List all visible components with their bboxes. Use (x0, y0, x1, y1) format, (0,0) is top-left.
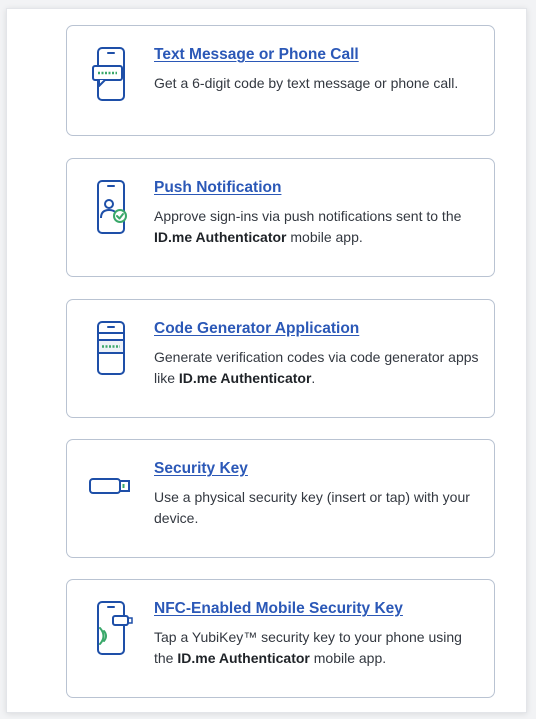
mfa-options-panel: Text Message or Phone Call Get a 6-digit… (6, 8, 527, 713)
option-text-message[interactable]: Text Message or Phone Call Get a 6-digit… (66, 25, 495, 136)
push-notification-phone-icon (89, 177, 133, 237)
option-title[interactable]: Code Generator Application (154, 320, 359, 338)
option-title[interactable]: Text Message or Phone Call (154, 46, 359, 64)
option-title[interactable]: NFC-Enabled Mobile Security Key (154, 600, 403, 618)
option-description: Use a physical security key (insert or t… (154, 489, 470, 526)
option-title[interactable]: Push Notification (154, 179, 281, 197)
option-nfc-security-key[interactable]: NFC-Enabled Mobile Security Key Tap a Yu… (66, 579, 495, 698)
usb-security-key-icon (89, 458, 133, 518)
option-description: Tap a YubiKey™ security key to your phon… (154, 629, 462, 666)
nfc-phone-key-icon (89, 598, 133, 658)
option-description: Get a 6-digit code by text message or ph… (154, 75, 459, 91)
option-push-notification[interactable]: Push Notification Approve sign-ins via p… (66, 158, 495, 277)
option-description: Approve sign-ins via push notifications … (154, 208, 462, 245)
option-title[interactable]: Security Key (154, 460, 248, 478)
option-code-generator[interactable]: Code Generator Application Generate veri… (66, 299, 495, 418)
option-security-key[interactable]: Security Key Use a physical security key… (66, 439, 495, 558)
phone-message-icon (89, 44, 133, 104)
option-description: Generate verification codes via code gen… (154, 349, 479, 386)
code-generator-phone-icon (89, 318, 133, 378)
